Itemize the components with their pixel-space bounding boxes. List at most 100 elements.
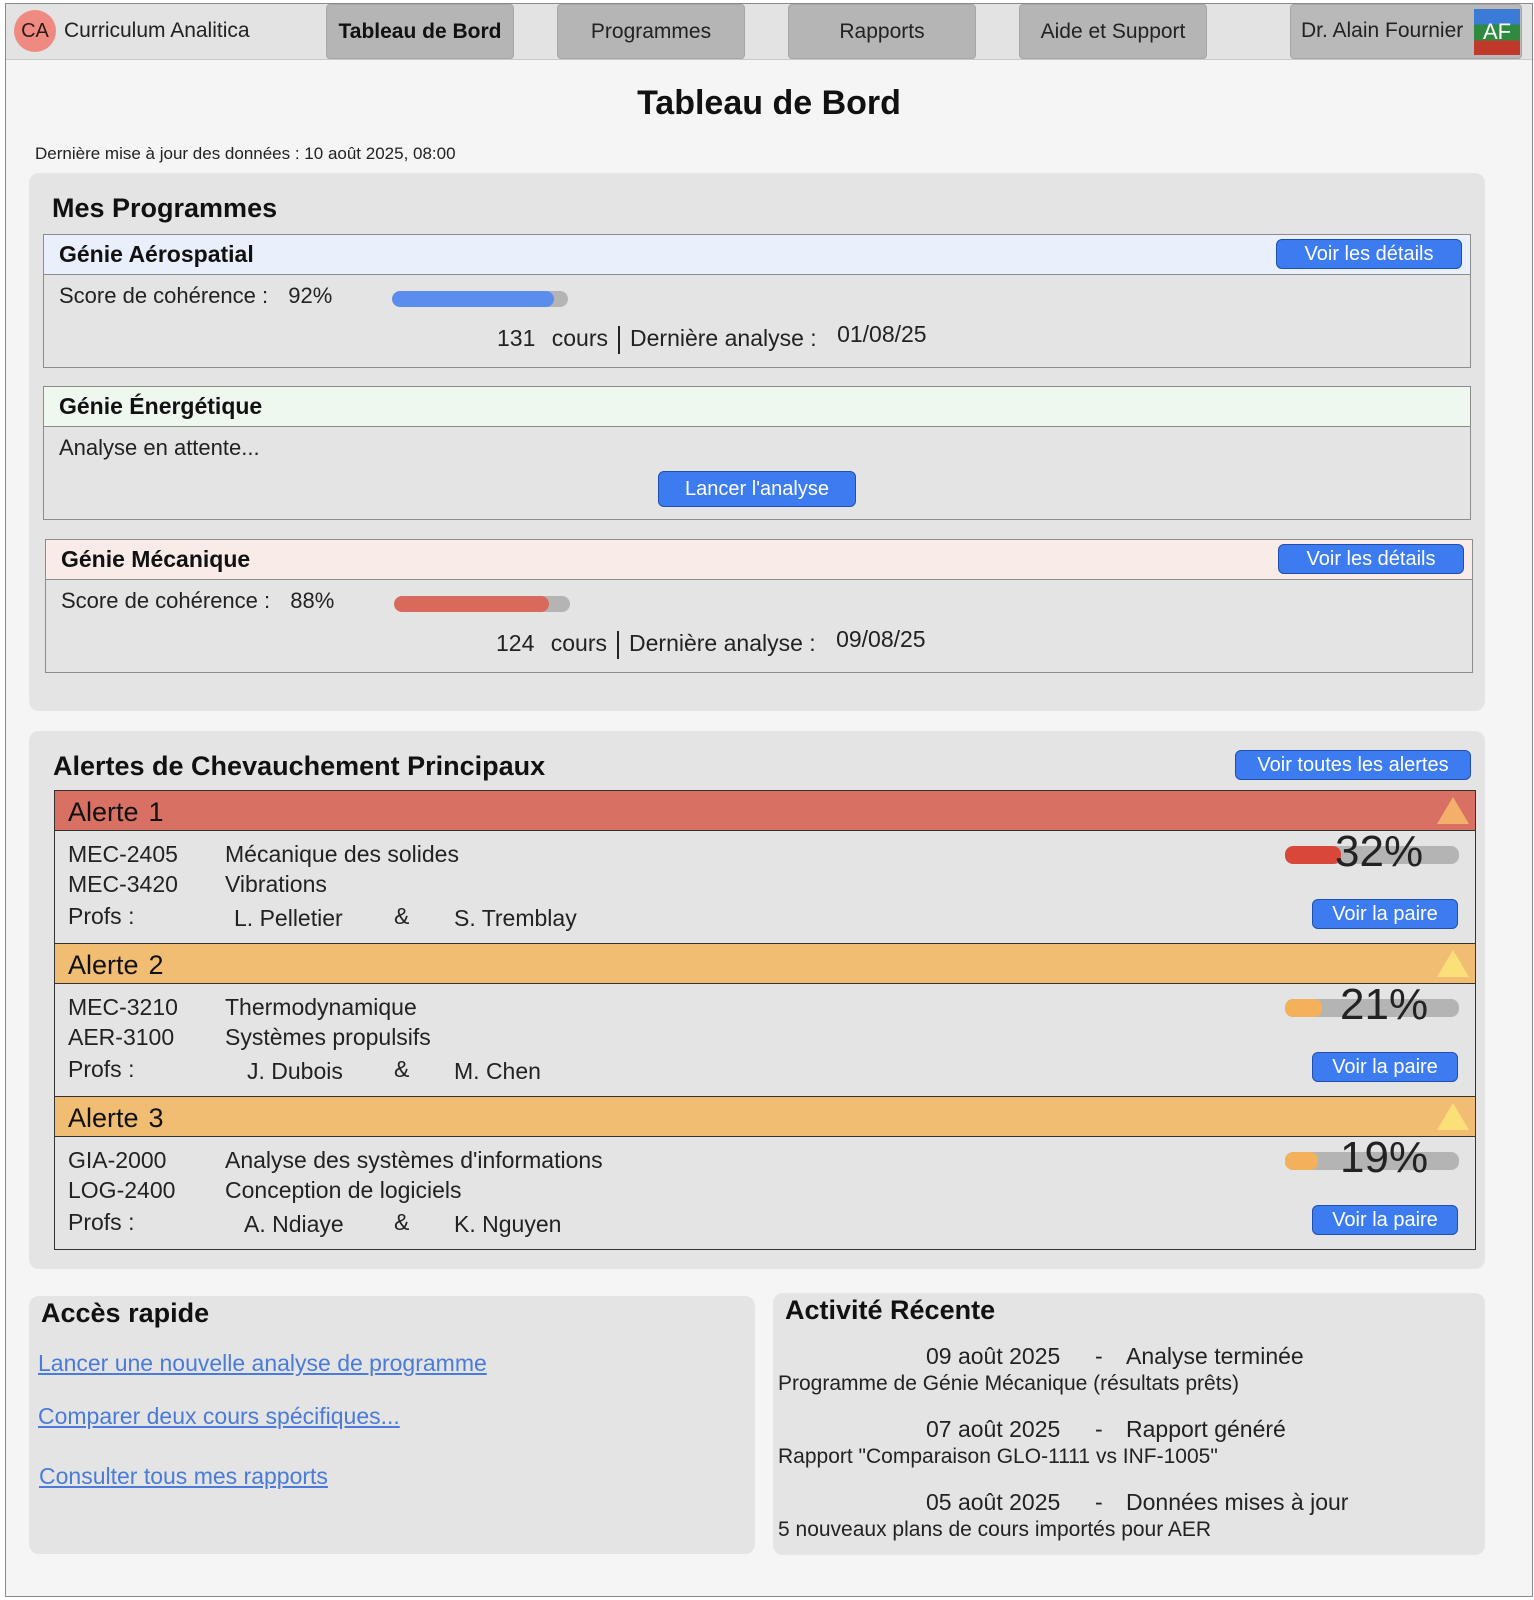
profs-label: Profs : [68,1056,135,1082]
alert-header: Alerte 2 [55,944,1475,984]
quick-access-panel: Accès rapide Lancer une nouvelle analyse… [29,1296,755,1554]
activity-dash: - [1095,1343,1103,1369]
coherence-progress-fill [394,596,549,612]
program-name: Génie Aérospatial [59,241,254,267]
score-line: Score de cohérence : 88% [61,588,334,614]
link-compare-courses[interactable]: Comparer deux cours spécifiques... [38,1403,400,1430]
tab-rapports[interactable]: Rapports [788,4,976,59]
prof-1: A. Ndiaye [244,1211,344,1237]
prof-2: S. Tremblay [454,905,577,931]
alert-card: Alerte 1 MEC-2405 Mécanique des solides M… [54,790,1476,944]
activity-description: 5 nouveaux plans de cours importés pour … [778,1518,1212,1541]
course-2-name: Vibrations [225,871,327,897]
score-line: Score de cohérence : 92% [59,283,332,309]
alert-header: Alerte 1 [55,791,1475,831]
course-2-name: Conception de logiciels [225,1177,462,1203]
prof-ampersand: & [394,1209,410,1235]
prof-ampersand: & [394,903,410,929]
last-analysis-label: Dernière analyse : [629,630,816,656]
avatar[interactable]: AF [1474,9,1520,55]
course-2-code: LOG-2400 [68,1177,176,1203]
view-details-button[interactable]: Voir les détails [1276,239,1462,269]
tab-aide-et-support[interactable]: Aide et Support [1019,4,1207,59]
course-1-name: Analyse des systèmes d'informations [225,1147,603,1173]
program-name: Génie Énergétique [59,393,263,419]
link-all-reports[interactable]: Consulter tous mes rapports [39,1463,328,1490]
alert-header: Alerte 3 [55,1097,1475,1137]
activity-description: Programme de Génie Mécanique (résultats … [778,1372,1240,1395]
page-title: Tableau de Bord [637,84,901,122]
coherence-progress-bar [394,596,570,612]
alert-number: 2 [148,950,164,980]
profs-label: Profs : [68,1209,135,1235]
overlap-percentage: 32% [1335,827,1424,876]
warning-icon [1437,1103,1469,1130]
user-menu[interactable]: Dr. Alain Fournier AF [1290,4,1522,59]
overlap-progress-fill [1285,846,1341,864]
course-1-code: MEC-3210 [68,994,178,1020]
warning-icon [1437,797,1469,824]
programs-panel: Mes Programmes Génie Aérospatial Voir le… [29,173,1485,711]
course-1-code: GIA-2000 [68,1147,167,1173]
quick-access-title: Accès rapide [41,1298,210,1328]
alert-label: Alerte [68,950,139,980]
prof-1: L. Pelletier [234,905,343,931]
view-all-alerts-button[interactable]: Voir toutes les alertes [1235,750,1471,780]
last-analysis-label: Dernière analyse : [630,325,817,351]
coherence-progress-bar [392,291,568,307]
prof-2: K. Nguyen [454,1211,562,1237]
score-label: Score de cohérence : [61,588,271,613]
activity-dash: - [1095,1416,1103,1442]
prof-ampersand: & [394,1056,410,1082]
view-pair-button[interactable]: Voir la paire [1312,1205,1458,1235]
meta-separator [618,325,621,354]
prof-2: M. Chen [454,1058,541,1084]
course-label: cours [550,630,608,656]
profs-label: Profs : [68,903,135,929]
course-1-code: MEC-2405 [68,841,178,867]
alert-number: 1 [148,797,164,827]
course-count: 124 [496,630,535,656]
tab-programmes[interactable]: Programmes [557,4,745,59]
score-label: Score de cohérence : [59,283,269,308]
program-card-mecanique: Génie Mécanique Voir les détails Score d… [45,539,1473,673]
activity-date: 07 août 2025 [926,1416,1061,1442]
view-pair-button[interactable]: Voir la paire [1312,899,1458,929]
alert-label: Alerte [68,1103,139,1133]
alert-card: Alerte 3 GIA-2000 Analyse des systèmes d'… [54,1096,1476,1250]
course-count: 131 [497,325,536,351]
view-pair-button[interactable]: Voir la paire [1312,1052,1458,1082]
link-new-analysis[interactable]: Lancer une nouvelle analyse de programme [38,1350,487,1377]
alert-title: Alerte 1 [68,797,164,828]
overlap-percentage: 19% [1340,1133,1429,1182]
app-name: Curriculum Analitica [64,19,250,42]
prof-1: J. Dubois [247,1058,343,1084]
alert-card: Alerte 2 MEC-3210 Thermodynamique AER-310… [54,943,1476,1097]
tab-tableau-de-bord[interactable]: Tableau de Bord [326,4,514,59]
overlap-progress-fill [1285,999,1322,1017]
activity-event: Analyse terminée [1126,1343,1304,1369]
score-value: 88% [290,588,335,613]
program-card-aerospatial: Génie Aérospatial Voir les détails Score… [43,234,1471,368]
launch-analysis-button[interactable]: Lancer l'analyse [658,471,856,507]
overlap-percentage: 21% [1340,980,1429,1029]
course-2-code: MEC-3420 [68,871,178,897]
view-details-button[interactable]: Voir les détails [1278,544,1464,574]
pending-analysis-text: Analyse en attente... [59,435,260,460]
user-name: Dr. Alain Fournier [1301,19,1464,42]
alert-title: Alerte 2 [68,950,164,981]
alert-title: Alerte 3 [68,1103,164,1134]
coherence-progress-fill [392,291,554,307]
alerts-title: Alertes de Chevauchement Principaux [53,751,546,781]
top-navigation: CA Curriculum Analitica Tableau de Bord … [6,4,1532,60]
last-analysis-date: 01/08/25 [837,321,927,347]
activity-date: 05 août 2025 [926,1489,1061,1515]
activity-date: 09 août 2025 [926,1343,1061,1369]
course-2-code: AER-3100 [68,1024,175,1050]
activity-event: Rapport généré [1126,1416,1286,1442]
app-logo[interactable]: CA [14,10,56,52]
alert-label: Alerte [68,797,139,827]
program-meta: 131 cours Dernière analyse : 01/08/25 [497,321,927,354]
score-value: 92% [288,283,333,308]
recent-activity-title: Activité Récente [785,1295,996,1325]
